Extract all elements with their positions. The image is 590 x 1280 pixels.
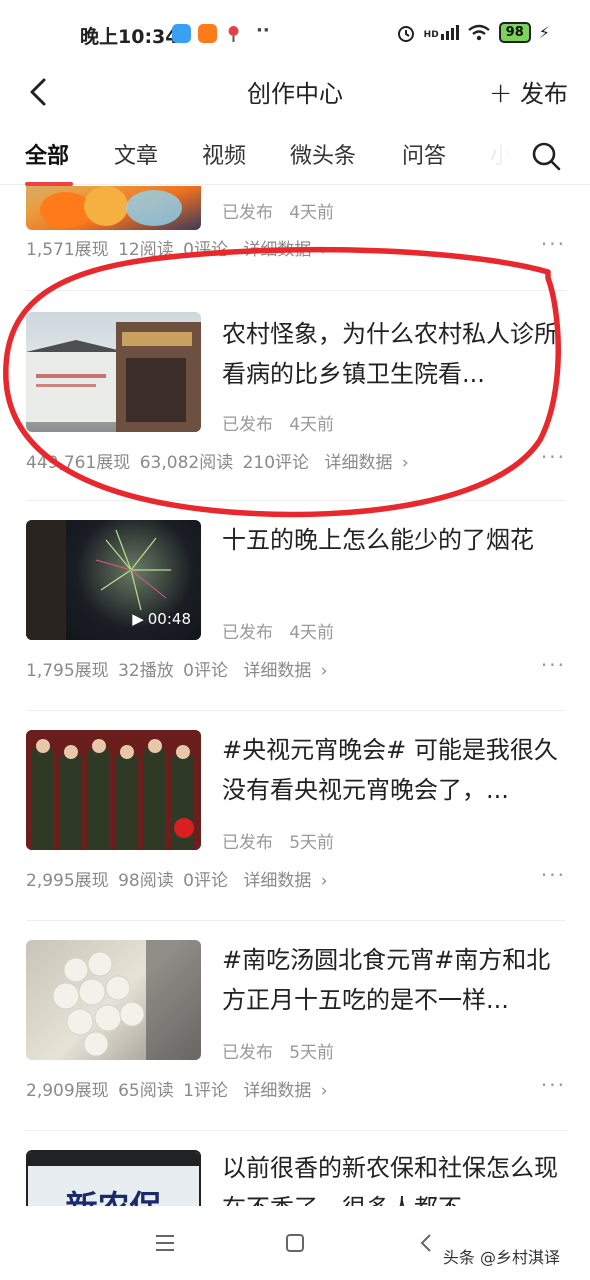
more-options-icon[interactable]: ··· [541,863,566,887]
list-item[interactable]: #南吃汤圆北食元宵#南方和北方正月十五吃的是不一样... 已发布 5天前 2,9… [0,920,590,1130]
tab-all[interactable]: 全部 [25,138,69,170]
menu-icon[interactable] [150,1228,180,1258]
video-duration: ▶ 00:48 [132,610,191,628]
taobao-notification-icon [198,24,217,43]
tab-videos[interactable]: 视频 [202,138,246,170]
plus-icon: + [488,76,513,109]
more-options-icon[interactable]: ··· [541,445,566,469]
thumbnail-image: 新农保 [26,1150,201,1206]
location-notification-icon [224,24,243,43]
more-options-icon[interactable]: ··· [541,232,566,256]
charging-icon: ⚡ [538,23,550,42]
item-stats: 1,795展现 32播放 0评论 详细数据 › [26,661,328,681]
tab-fade [454,128,514,178]
list-item[interactable]: ▶ 00:48 十五的晚上怎么能少的了烟花 已发布 4天前 1,795展现 32播… [0,500,590,710]
tab-articles[interactable]: 文章 [114,138,158,170]
item-title[interactable]: 农村怪象，为什么农村私人诊所看病的比乡镇卫生院看... [222,314,566,394]
detail-data-link[interactable]: 详细数据 › [243,240,327,260]
list-item[interactable]: 已发布 4天前 1,571展现 12阅读 0评论 详细数据 › ··· [0,186,590,290]
item-title[interactable]: #南吃汤圆北食元宵#南方和北方正月十五吃的是不一样... [222,940,566,1020]
item-title[interactable]: 以前很香的新农保和社保怎么现在不香了，很多人都不... [222,1148,566,1206]
system-nav-bar: 头条 @乡村淇译 [0,1208,590,1280]
play-icon: ▶ [132,610,144,628]
thumbnail-text: 新农保 [28,1182,199,1206]
status-bar: 晚上10:34 ·· HD 98 ⚡ [0,0,590,66]
detail-data-link[interactable]: 详细数据 › [243,1081,327,1101]
tab-micro-posts[interactable]: 微头条 [290,138,356,170]
detail-data-link[interactable]: 详细数据 › [243,871,327,891]
back-nav-icon[interactable] [412,1228,442,1258]
app-notification-icon [172,24,191,43]
status-time: 晚上10:34 [80,26,179,48]
wifi-icon [467,24,490,40]
thumbnail-image: ▶ 00:48 [26,520,201,640]
alarm-icon [397,25,414,42]
item-title[interactable]: 十五的晚上怎么能少的了烟花 [222,520,566,560]
more-options-icon[interactable]: ··· [541,1073,566,1097]
item-stats: 1,571展现 12阅读 0评论 详细数据 › [26,240,328,260]
publish-status: 已发布 4天前 [222,415,335,435]
tab-qa[interactable]: 问答 [402,138,446,170]
item-title[interactable]: #央视元宵晚会# 可能是我很久没有看央视元宵晚会了，... [222,730,566,810]
publish-status: 已发布 4天前 [222,203,335,223]
detail-data-link[interactable]: 详细数据 › [324,453,408,473]
more-notifications-indicator: ·· [256,20,270,41]
item-stats: 2,909展现 65阅读 1评论 详细数据 › [26,1081,328,1101]
list-item[interactable]: #央视元宵晚会# 可能是我很久没有看央视元宵晚会了，... 已发布 5天前 2,… [0,710,590,920]
list-item[interactable]: 新农保 以前很香的新农保和社保怎么现在不香了，很多人都不... [0,1130,590,1206]
status-icons: HD 98 ⚡ [396,22,550,43]
content-list[interactable]: 已发布 4天前 1,571展现 12阅读 0评论 详细数据 › ··· 农村怪象… [0,186,590,1206]
more-options-icon[interactable]: ··· [541,653,566,677]
list-item[interactable]: 农村怪象，为什么农村私人诊所看病的比乡镇卫生院看... 已发布 4天前 449,… [0,290,590,500]
publish-status: 已发布 5天前 [222,833,335,853]
category-tabs: 全部 文章 视频 微头条 问答 小 [0,128,590,186]
publish-status: 已发布 5天前 [222,1043,335,1063]
publish-button[interactable]: + 发布 [489,74,568,109]
detail-data-link[interactable]: 详细数据 › [243,661,327,681]
search-icon[interactable] [530,140,562,172]
item-stats: 2,995展现 98阅读 0评论 详细数据 › [26,871,328,891]
signal-icon: HD [424,25,459,40]
watermark: 头条 @乡村淇译 [442,1248,560,1267]
home-square-icon[interactable] [280,1228,310,1258]
item-stats: 449,761展现 63,082阅读 210评论 详细数据 › [26,453,409,473]
thumbnail-image [26,730,201,850]
thumbnail-image [26,940,201,1060]
publish-status: 已发布 4天前 [222,623,335,643]
thumbnail-image [26,312,201,432]
publish-label: 发布 [520,80,568,108]
battery-icon: 98 [498,22,531,43]
thumbnail-image [26,186,201,230]
top-bar: 创作中心 + 发布 [0,66,590,122]
